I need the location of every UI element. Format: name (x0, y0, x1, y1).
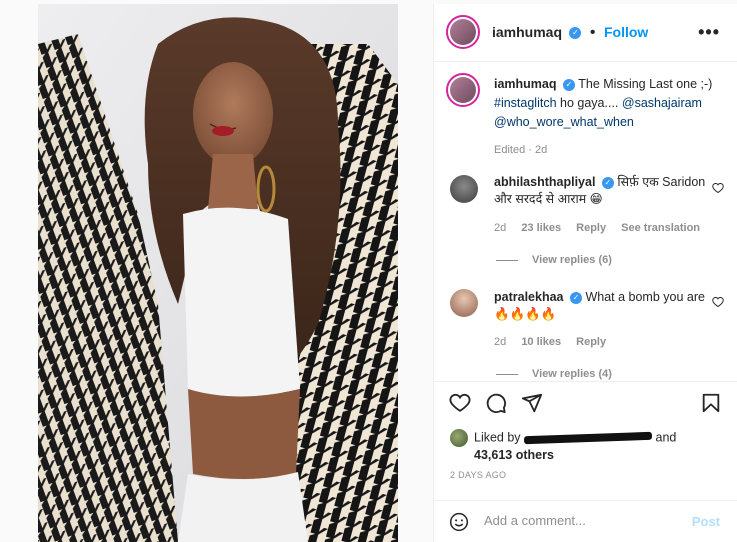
action-bar (434, 381, 737, 421)
mention-link[interactable]: @sashajairam (622, 96, 702, 110)
view-replies-label: View replies (4) (532, 368, 612, 380)
caption-username[interactable]: iamhumaq (494, 77, 557, 91)
caption-meta: Edited · 2d (494, 144, 548, 156)
likes-summary: Liked by and 43,613 others (450, 429, 730, 464)
mention-link[interactable]: @who_wore_what_when (494, 115, 634, 129)
comment-composer: Post (434, 500, 737, 542)
verified-icon: ✓ (569, 26, 582, 39)
comment: patralekhaa ✓ What a bomb you are🔥🔥🔥🔥 (494, 289, 709, 323)
comment: abhilashthapliyal ✓ सिर्फ़ एक Saridon और… (494, 174, 709, 208)
like-comment-icon[interactable] (712, 182, 724, 194)
commenter-avatar[interactable] (450, 175, 478, 203)
share-icon[interactable] (521, 392, 543, 414)
commenter-avatar[interactable] (450, 289, 478, 317)
post-comment-button[interactable]: Post (692, 514, 720, 529)
comment-age: 2d (494, 222, 507, 234)
caption-text: The Missing Last one ;-) (578, 77, 713, 91)
post-image (38, 4, 398, 542)
view-replies-label: View replies (6) (532, 254, 612, 266)
view-replies-button[interactable]: View replies (4) (496, 368, 612, 380)
author-avatar[interactable] (446, 15, 480, 49)
post-header: iamhumaq ✓ • Follow ••• (434, 4, 737, 62)
view-replies-button[interactable]: View replies (6) (496, 254, 612, 266)
and-label: and (655, 430, 677, 445)
reply-button[interactable]: Reply (576, 336, 606, 348)
post-photo[interactable] (38, 4, 398, 542)
post-panel: iamhumaq ✓ • Follow ••• iamhumaq ✓ The M… (433, 4, 737, 542)
comment-likes[interactable]: 23 likes (521, 222, 561, 234)
caption-text-2: ho gaya.... (560, 96, 619, 110)
liked-by-label: Liked by (474, 430, 521, 445)
more-options-icon[interactable]: ••• (698, 22, 720, 43)
reply-button[interactable]: Reply (576, 222, 606, 234)
comment-meta: 2d 23 likes Reply See translation (494, 222, 712, 234)
save-icon[interactable] (700, 392, 722, 414)
comment-likes[interactable]: 10 likes (521, 336, 561, 348)
author-row: iamhumaq ✓ • Follow (492, 24, 648, 42)
comment-age: 2d (494, 336, 507, 348)
commenter-username[interactable]: patralekhaa (494, 290, 563, 304)
comments-section[interactable]: iamhumaq ✓ The Missing Last one ;-) #ins… (434, 63, 737, 380)
comment-icon[interactable] (485, 392, 507, 414)
verified-icon: ✓ (601, 176, 614, 189)
commenter-username[interactable]: abhilashthapliyal (494, 175, 595, 189)
verified-icon: ✓ (569, 291, 582, 304)
like-icon[interactable] (449, 392, 471, 414)
likes-others-count[interactable]: 43,613 others (450, 448, 554, 462)
post-timestamp: 2 DAYS AGO (450, 470, 507, 480)
liker-avatar[interactable] (450, 429, 468, 447)
comment-input[interactable] (484, 513, 684, 528)
see-translation-button[interactable]: See translation (621, 222, 700, 234)
verified-icon: ✓ (563, 78, 575, 91)
redacted-username (523, 431, 653, 445)
caption: iamhumaq ✓ The Missing Last one ;-) #ins… (494, 75, 724, 160)
follow-button[interactable]: Follow (604, 24, 648, 40)
like-comment-icon[interactable] (712, 296, 724, 308)
hashtag-link[interactable]: #instaglitch (494, 96, 557, 110)
caption-avatar[interactable] (446, 73, 480, 107)
comment-meta: 2d 10 likes Reply (494, 336, 618, 348)
author-username[interactable]: iamhumaq (492, 24, 562, 40)
separator-dot: • (589, 24, 596, 41)
emoji-icon[interactable] (449, 512, 469, 532)
